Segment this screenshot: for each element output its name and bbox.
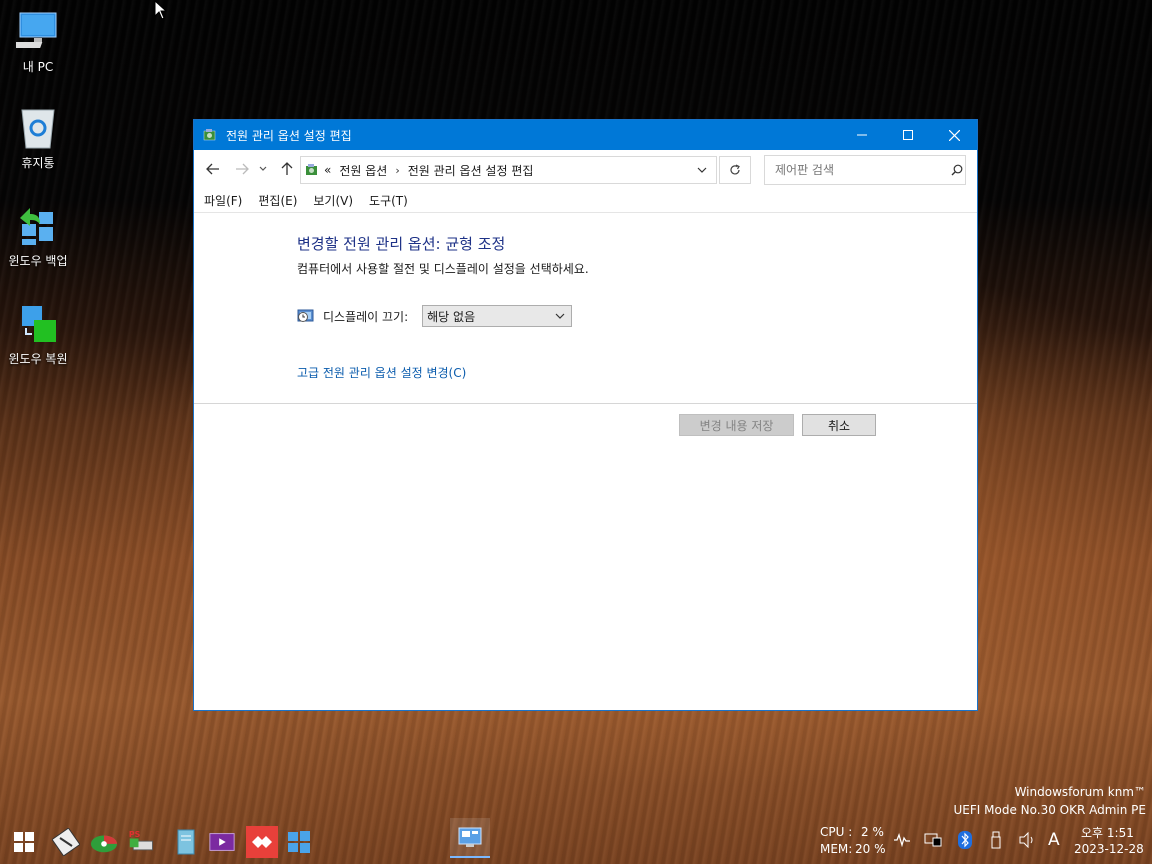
network-icon[interactable]: [924, 833, 942, 847]
taskbar-app-disk-tool[interactable]: [52, 828, 80, 856]
forward-button[interactable]: [232, 159, 252, 179]
taskbar-app-media[interactable]: [208, 828, 236, 856]
backup-icon: [16, 204, 60, 248]
page-title: 변경할 전원 관리 옵션: 균형 조정: [297, 235, 506, 253]
close-icon: [948, 129, 960, 141]
breadcrumb-overflow[interactable]: «: [324, 163, 331, 177]
mem-value: 20 %: [855, 842, 886, 856]
media-player-icon: [209, 833, 235, 851]
window-title: 전원 관리 옵션 설정 편집: [226, 128, 352, 143]
menu-file[interactable]: 파일(F): [204, 192, 242, 209]
cpu-label: CPU :: [820, 825, 853, 839]
display-off-select[interactable]: 해당 없음: [422, 305, 573, 327]
bluetooth-icon[interactable]: [958, 831, 972, 849]
clock-time[interactable]: 오후 1:51: [1081, 824, 1134, 841]
settings-panel: 변경할 전원 관리 옵션: 균형 조정 컴퓨터에서 사용할 절전 및 디스플레이…: [194, 213, 977, 404]
partition-icon: [90, 835, 118, 853]
mem-label: MEM:: [820, 842, 853, 856]
windows-logo-icon: [14, 832, 34, 852]
menu-tools[interactable]: 도구(T): [369, 192, 408, 209]
cpu-value: 2 %: [861, 825, 884, 839]
search-icon[interactable]: [951, 164, 963, 176]
windows-installer-icon: [288, 831, 310, 853]
maximize-button[interactable]: [885, 120, 931, 150]
menu-bar: 파일(F) 편집(E) 보기(V) 도구(T): [194, 188, 977, 213]
taskbar: PS CPU : 2 % MEM: 20 % A 오후 1:51 2023-12…: [0, 818, 1152, 864]
svg-text:PS: PS: [129, 830, 141, 839]
taskbar-app-file-manager[interactable]: [172, 828, 200, 856]
close-button[interactable]: [931, 120, 977, 150]
desktop-icon-windows-backup[interactable]: 윈도우 백업: [0, 204, 76, 269]
breadcrumb-separator-icon[interactable]: ›: [395, 164, 399, 177]
watermark-line-1: Windowsforum knm™: [1014, 785, 1146, 799]
breadcrumb-power-options[interactable]: 전원 옵션: [339, 162, 387, 179]
taskbar-app-anydesk[interactable]: [246, 826, 278, 858]
up-button[interactable]: [277, 159, 297, 179]
document-icon: [177, 829, 195, 855]
back-button[interactable]: [203, 159, 223, 179]
page-description: 컴퓨터에서 사용할 절전 및 디스플레이 설정을 선택하세요.: [297, 262, 589, 276]
desktop-icon-label: 윈도우 복원: [8, 352, 68, 366]
taskbar-app-windows-installer[interactable]: [285, 828, 313, 856]
control-panel-icon: [458, 827, 482, 847]
display-off-value: 해당 없음: [427, 309, 476, 324]
recent-locations-button[interactable]: [257, 159, 269, 179]
ps-tool-icon: PS: [129, 830, 153, 851]
restore-icon: [16, 302, 60, 346]
display-off-row: 디스플레이 끄기: 해당 없음: [297, 305, 573, 327]
desktop-icon-recycle-bin[interactable]: 휴지통: [0, 106, 76, 171]
address-dropdown-icon[interactable]: [697, 167, 707, 173]
desktop-icon-label: 내 PC: [22, 60, 54, 74]
chevron-down-icon: [555, 313, 565, 319]
anydesk-icon: [246, 826, 278, 858]
arrow-right-icon: [236, 163, 249, 175]
mouse-cursor-icon: [154, 0, 168, 20]
search-input[interactable]: [773, 162, 937, 178]
input-method-indicator[interactable]: A: [1048, 830, 1060, 850]
minimize-icon: [857, 134, 867, 136]
arrow-up-icon: [281, 162, 293, 175]
taskbar-app-ps[interactable]: PS: [128, 828, 156, 856]
taskbar-app-partition[interactable]: [90, 828, 118, 856]
minimize-button[interactable]: [839, 120, 885, 150]
maximize-icon: [903, 130, 913, 140]
display-off-label: 디스플레이 끄기:: [323, 309, 409, 324]
cancel-button[interactable]: 취소: [802, 414, 876, 436]
usb-drive-icon[interactable]: [990, 831, 1002, 849]
computer-icon: [12, 10, 60, 54]
breadcrumb-edit-plan[interactable]: 전원 관리 옵션 설정 편집: [408, 162, 534, 179]
taskbar-app-control-panel-active[interactable]: [450, 818, 490, 858]
speaker-icon[interactable]: [1019, 832, 1037, 848]
activity-wave-icon[interactable]: [894, 833, 910, 847]
refresh-button[interactable]: [719, 156, 751, 184]
title-bar[interactable]: 전원 관리 옵션 설정 편집: [194, 120, 977, 150]
arrow-left-icon: [206, 163, 219, 175]
address-bar[interactable]: « 전원 옵션 › 전원 관리 옵션 설정 편집: [300, 156, 717, 184]
advanced-settings-link[interactable]: 고급 전원 관리 옵션 설정 변경(C): [297, 364, 466, 381]
power-options-icon: [203, 129, 216, 141]
disk-tool-icon: [52, 828, 80, 856]
power-plan-window: 전원 관리 옵션 설정 편집 « 전원 옵션 › 전원 관리 옵션 설정 편집 …: [193, 119, 978, 711]
desktop-icon-label: 휴지통: [21, 156, 55, 170]
desktop-icon-windows-restore[interactable]: 윈도우 복원: [0, 302, 76, 367]
menu-view[interactable]: 보기(V): [313, 192, 353, 209]
clock-date[interactable]: 2023-12-28: [1074, 842, 1144, 856]
search-box[interactable]: [764, 155, 966, 185]
desktop-icon-label: 윈도우 백업: [8, 254, 68, 268]
watermark-line-2: UEFI Mode No.30 OKR Admin PE: [953, 803, 1146, 817]
chevron-down-icon: [259, 166, 267, 171]
recycle-bin-icon: [16, 106, 60, 150]
refresh-icon: [730, 164, 740, 175]
start-button[interactable]: [10, 828, 38, 856]
monitor-clock-icon: [297, 309, 314, 322]
navigation-bar: « 전원 옵션 › 전원 관리 옵션 설정 편집: [194, 150, 977, 188]
desktop-icon-my-pc[interactable]: 내 PC: [0, 10, 76, 75]
save-changes-button[interactable]: 변경 내용 저장: [679, 414, 794, 436]
power-options-icon: [306, 164, 317, 175]
menu-edit[interactable]: 편집(E): [258, 192, 297, 209]
